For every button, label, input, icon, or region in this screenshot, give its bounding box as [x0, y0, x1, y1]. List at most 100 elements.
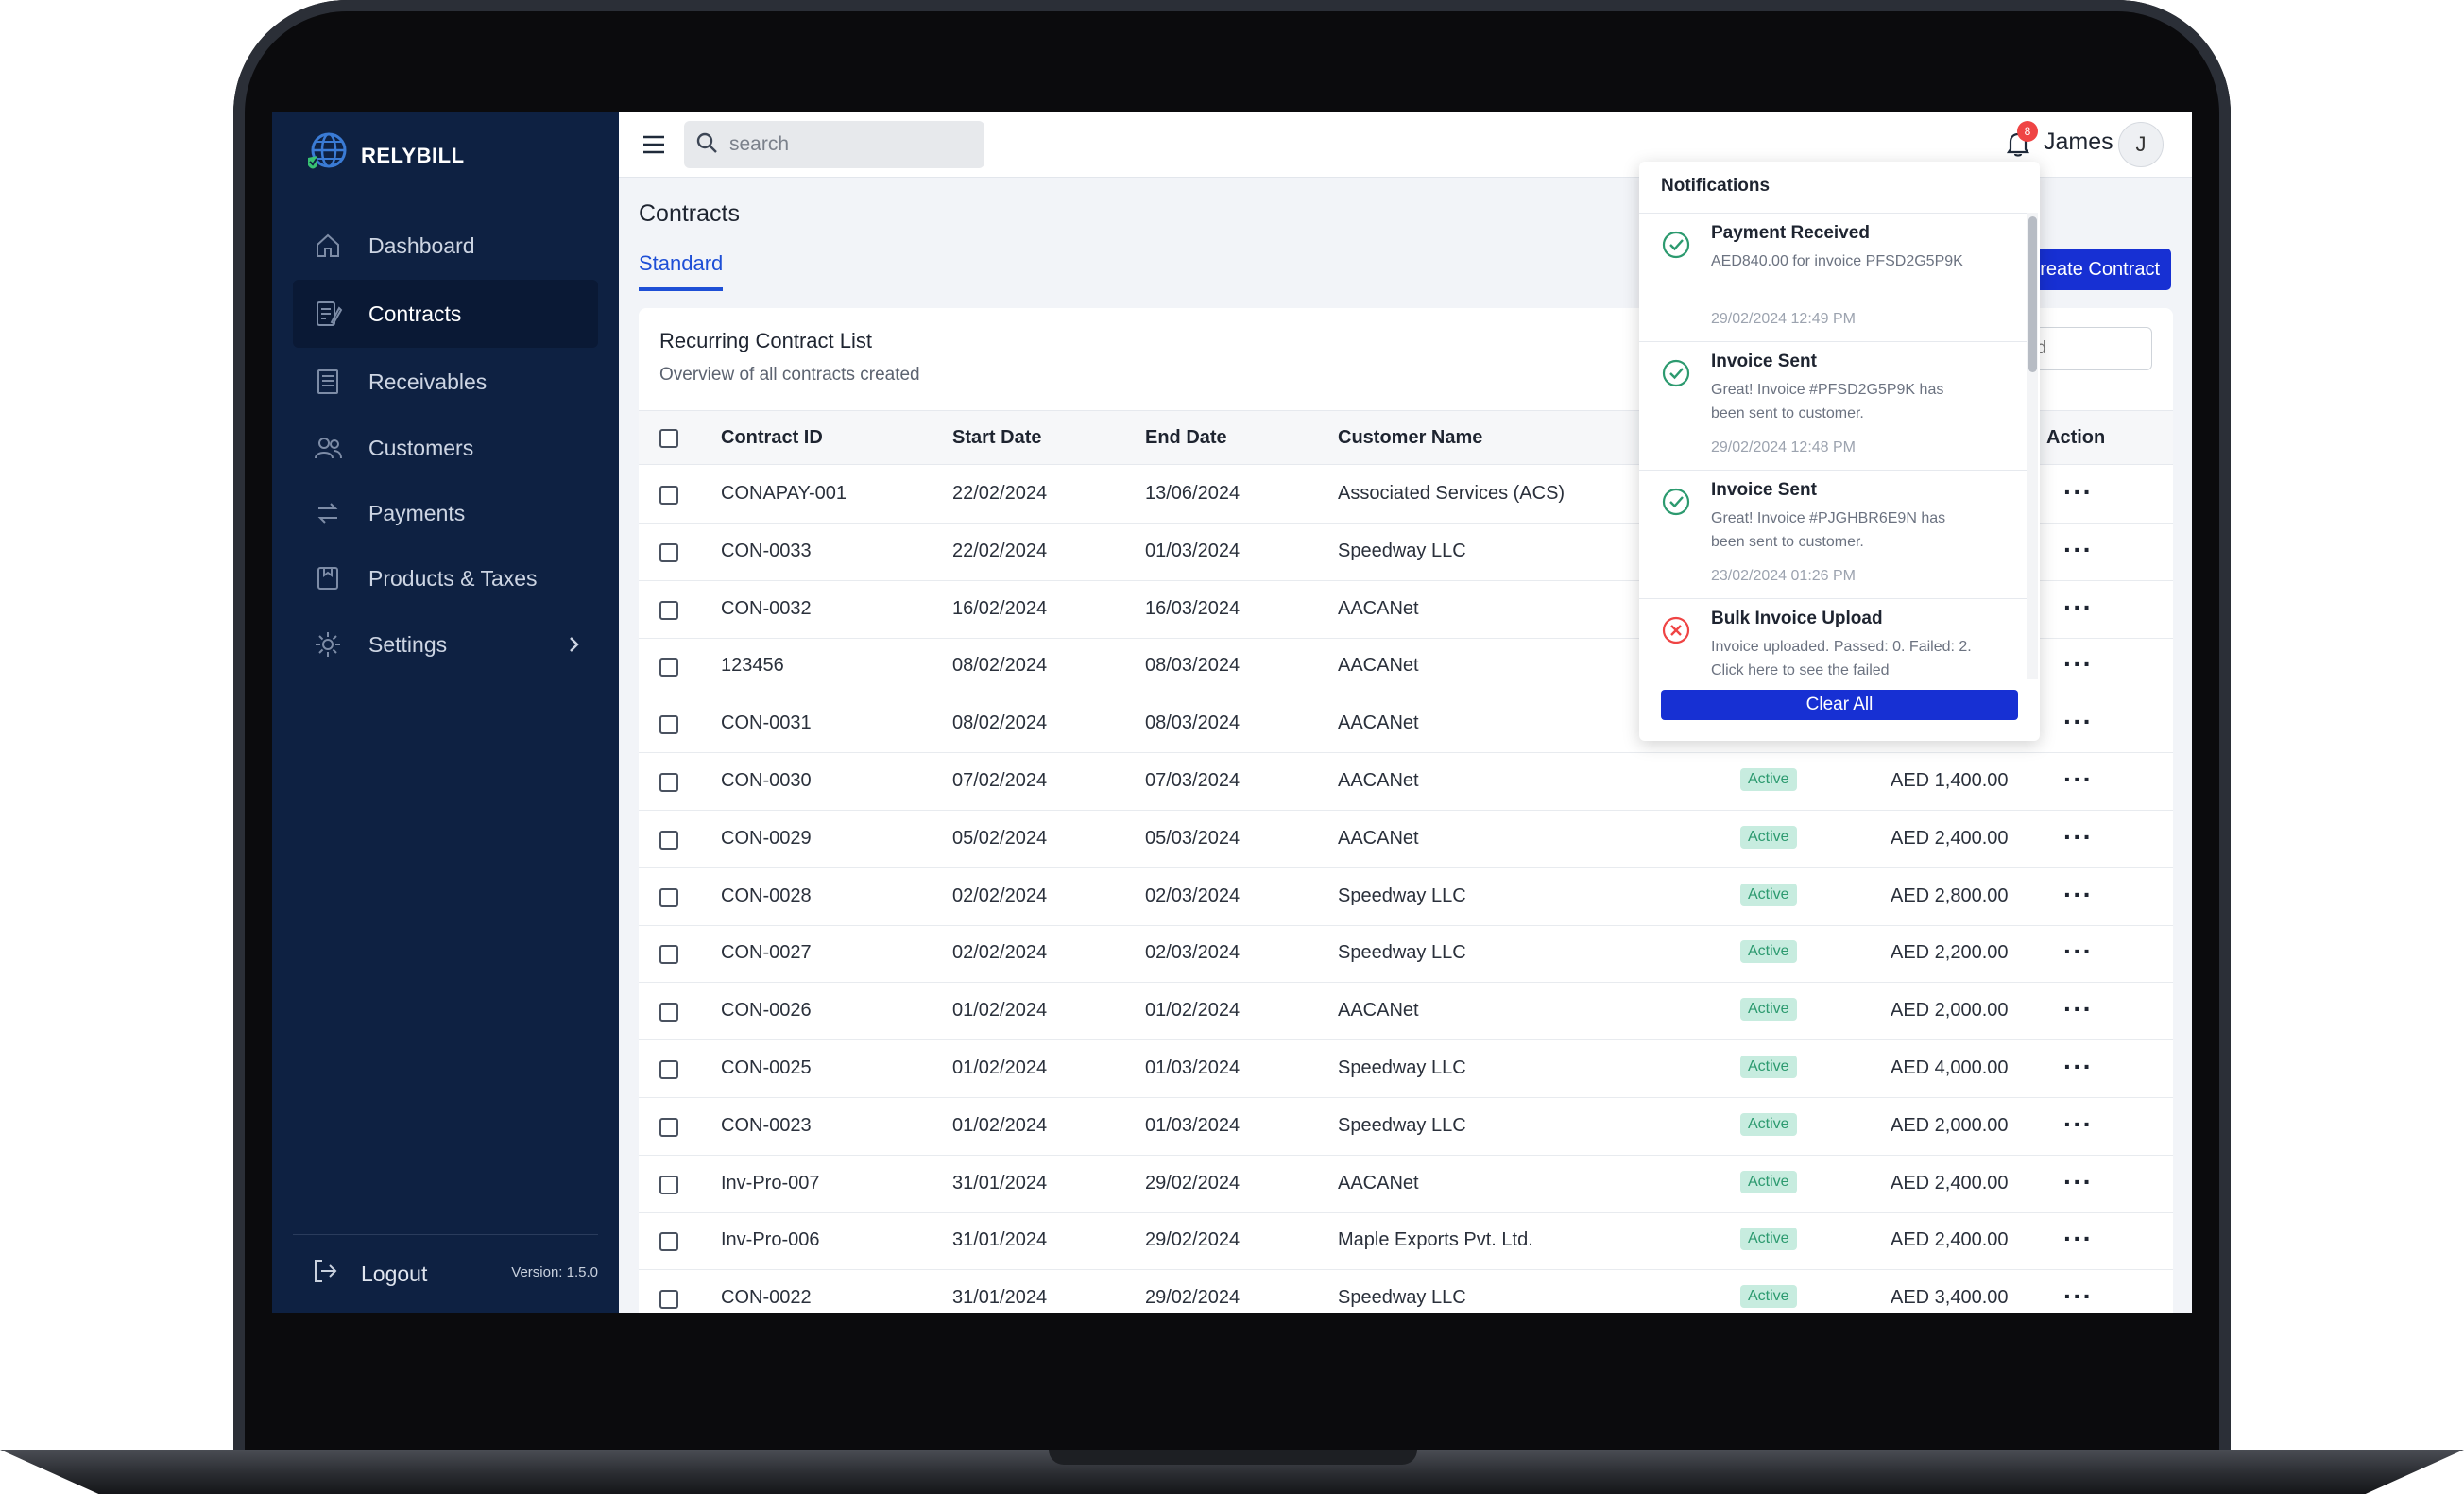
row-checkbox[interactable]	[659, 658, 678, 678]
user-name[interactable]: James	[2044, 129, 2113, 156]
more-actions-icon[interactable]: ···	[2063, 709, 2093, 735]
row-checkbox[interactable]	[659, 830, 678, 850]
table-row[interactable]: Inv-Pro-007 31/01/2024 29/02/2024 AACANet Ac…	[639, 1156, 2173, 1213]
more-actions-icon[interactable]: ···	[2063, 651, 2093, 678]
more-actions-icon[interactable]: ···	[2063, 938, 2093, 965]
column-header-end-date[interactable]: End Date	[1145, 427, 1227, 449]
logout-label: Logout	[361, 1261, 428, 1286]
notification-item[interactable]: Bulk Invoice Upload Invoice uploaded. Pa…	[1639, 599, 2027, 679]
table-row[interactable]: CON-0028 02/02/2024 02/03/2024 Speedway LLC…	[639, 868, 2173, 926]
end-date-cell: 01/03/2024	[1145, 1114, 1241, 1136]
amount-cell: AED 2,400.00	[1891, 827, 2009, 849]
notification-item[interactable]: Payment Received AED840.00 for invoice P…	[1639, 214, 2027, 342]
more-actions-icon[interactable]: ···	[2063, 881, 2093, 908]
customer-name-cell: AACANet	[1338, 827, 1419, 849]
search-box	[684, 121, 984, 168]
start-date-cell: 05/02/2024	[952, 827, 1048, 849]
sidebar-item-label: Products & Taxes	[368, 565, 538, 591]
row-checkbox[interactable]	[659, 600, 678, 620]
more-actions-icon[interactable]: ···	[2063, 1110, 2093, 1138]
contract-id-cell[interactable]: Inv-Pro-007	[721, 1173, 820, 1194]
table-row[interactable]: CON-0029 05/02/2024 05/03/2024 AACANet Activ…	[639, 811, 2173, 868]
contract-id-cell[interactable]: CON-0025	[721, 1057, 812, 1079]
contract-id-cell[interactable]: 123456	[721, 655, 784, 677]
contract-id-cell[interactable]: CON-0022	[721, 1287, 812, 1309]
sidebar-item-payments[interactable]: Payments	[293, 479, 598, 547]
row-checkbox[interactable]	[659, 1175, 678, 1194]
status-badge: Active	[1740, 1056, 1797, 1078]
sidebar-item-settings[interactable]: Settings	[293, 610, 598, 678]
sidebar-item-contracts[interactable]: Contracts	[293, 280, 598, 348]
table-row[interactable]: CON-0023 01/02/2024 01/03/2024 Speedway LLC…	[639, 1098, 2173, 1156]
row-checkbox[interactable]	[659, 486, 678, 505]
row-checkbox[interactable]	[659, 1003, 678, 1022]
search-input[interactable]	[729, 133, 966, 156]
table-row[interactable]: CON-0030 07/02/2024 07/03/2024 AACANet Activ…	[639, 753, 2173, 811]
sidebar-item-customers[interactable]: Customers	[293, 414, 598, 482]
more-actions-icon[interactable]: ···	[2063, 479, 2093, 506]
more-actions-icon[interactable]: ···	[2063, 593, 2093, 621]
row-checkbox[interactable]	[659, 1117, 678, 1137]
hamburger-menu-icon[interactable]	[642, 132, 666, 157]
row-checkbox[interactable]	[659, 773, 678, 792]
create-contract-button[interactable]: Create Contract	[2020, 249, 2171, 290]
more-actions-icon[interactable]: ···	[2063, 996, 2093, 1022]
table-row[interactable]: CON-0025 01/02/2024 01/03/2024 Speedway LLC…	[639, 1040, 2173, 1098]
contract-id-cell[interactable]: CON-0031	[721, 713, 812, 734]
end-date-cell: 01/02/2024	[1145, 1000, 1241, 1022]
column-header-contract-id[interactable]: Contract ID	[721, 427, 823, 449]
logout-button[interactable]: Logout	[310, 1253, 427, 1295]
sidebar-item-receivables[interactable]: Receivables	[293, 348, 598, 416]
notification-item[interactable]: Invoice Sent Great! Invoice #PJGHBR6E9N …	[1639, 471, 2027, 599]
more-actions-icon[interactable]: ···	[2063, 1283, 2093, 1310]
more-actions-icon[interactable]: ···	[2063, 1054, 2093, 1080]
more-actions-icon[interactable]: ···	[2063, 766, 2093, 793]
more-actions-icon[interactable]: ···	[2063, 1226, 2093, 1252]
table-row[interactable]: CON-0022 31/01/2024 29/02/2024 Speedway LLC…	[639, 1270, 2173, 1313]
table-row[interactable]: CON-0027 02/02/2024 02/03/2024 Speedway LLC…	[639, 925, 2173, 984]
end-date-cell: 08/03/2024	[1145, 713, 1241, 734]
contract-id-cell[interactable]: CONAPAY-001	[721, 483, 847, 505]
table-row[interactable]: CON-0026 01/02/2024 01/02/2024 AACANet Activ…	[639, 983, 2173, 1041]
row-checkbox[interactable]	[659, 945, 678, 965]
contract-id-cell[interactable]: CON-0028	[721, 885, 812, 907]
more-actions-icon[interactable]: ···	[2063, 823, 2093, 850]
avatar[interactable]: J	[2118, 122, 2164, 167]
notifications-scroll-thumb[interactable]	[2028, 216, 2037, 372]
amount-cell: AED 3,400.00	[1891, 1287, 2009, 1309]
row-checkbox[interactable]	[659, 542, 678, 562]
clear-all-button[interactable]: Clear All	[1661, 690, 2018, 720]
sidebar-item-dashboard[interactable]: Dashboard	[293, 212, 598, 280]
status-badge: Active	[1740, 1228, 1797, 1251]
column-header-customer-name[interactable]: Customer Name	[1338, 427, 1482, 449]
row-checkbox[interactable]	[659, 715, 678, 735]
contract-id-cell[interactable]: CON-0030	[721, 770, 812, 792]
sidebar-item-label: Settings	[368, 631, 448, 657]
customer-name-cell: Speedway LLC	[1338, 1114, 1466, 1136]
contract-id-cell[interactable]: CON-0027	[721, 942, 812, 964]
tab-standard[interactable]: Standard	[639, 251, 724, 291]
start-date-cell: 02/02/2024	[952, 884, 1048, 906]
brand[interactable]: RELYBILL	[304, 132, 465, 180]
row-checkbox[interactable]	[659, 1232, 678, 1252]
notification-item[interactable]: Invoice Sent Great! Invoice #PFSD2G5P9K …	[1639, 342, 2027, 471]
more-actions-icon[interactable]: ···	[2063, 536, 2093, 563]
sidebar-item-products-taxes[interactable]: Products & Taxes	[293, 544, 598, 612]
contract-id-cell[interactable]: Inv-Pro-006	[721, 1229, 820, 1251]
app-screen: RELYBILL Dashboard Contracts Receivables…	[272, 112, 2192, 1313]
contract-id-cell[interactable]: CON-0023	[721, 1115, 812, 1137]
row-checkbox[interactable]	[659, 1060, 678, 1079]
select-all-checkbox[interactable]	[659, 429, 678, 448]
status-badge: Active	[1740, 1285, 1797, 1309]
row-checkbox[interactable]	[659, 887, 678, 907]
more-actions-icon[interactable]: ···	[2063, 1168, 2093, 1195]
contract-id-cell[interactable]: CON-0032	[721, 598, 812, 620]
start-date-cell: 22/02/2024	[952, 540, 1048, 561]
amount-cell: AED 2,800.00	[1891, 884, 2009, 906]
row-checkbox[interactable]	[659, 1290, 678, 1310]
contract-id-cell[interactable]: CON-0029	[721, 828, 812, 850]
table-row[interactable]: Inv-Pro-006 31/01/2024 29/02/2024 Maple Exp…	[639, 1212, 2173, 1271]
contract-id-cell[interactable]: CON-0026	[721, 1000, 812, 1022]
contract-id-cell[interactable]: CON-0033	[721, 541, 812, 562]
column-header-start-date[interactable]: Start Date	[952, 427, 1041, 449]
